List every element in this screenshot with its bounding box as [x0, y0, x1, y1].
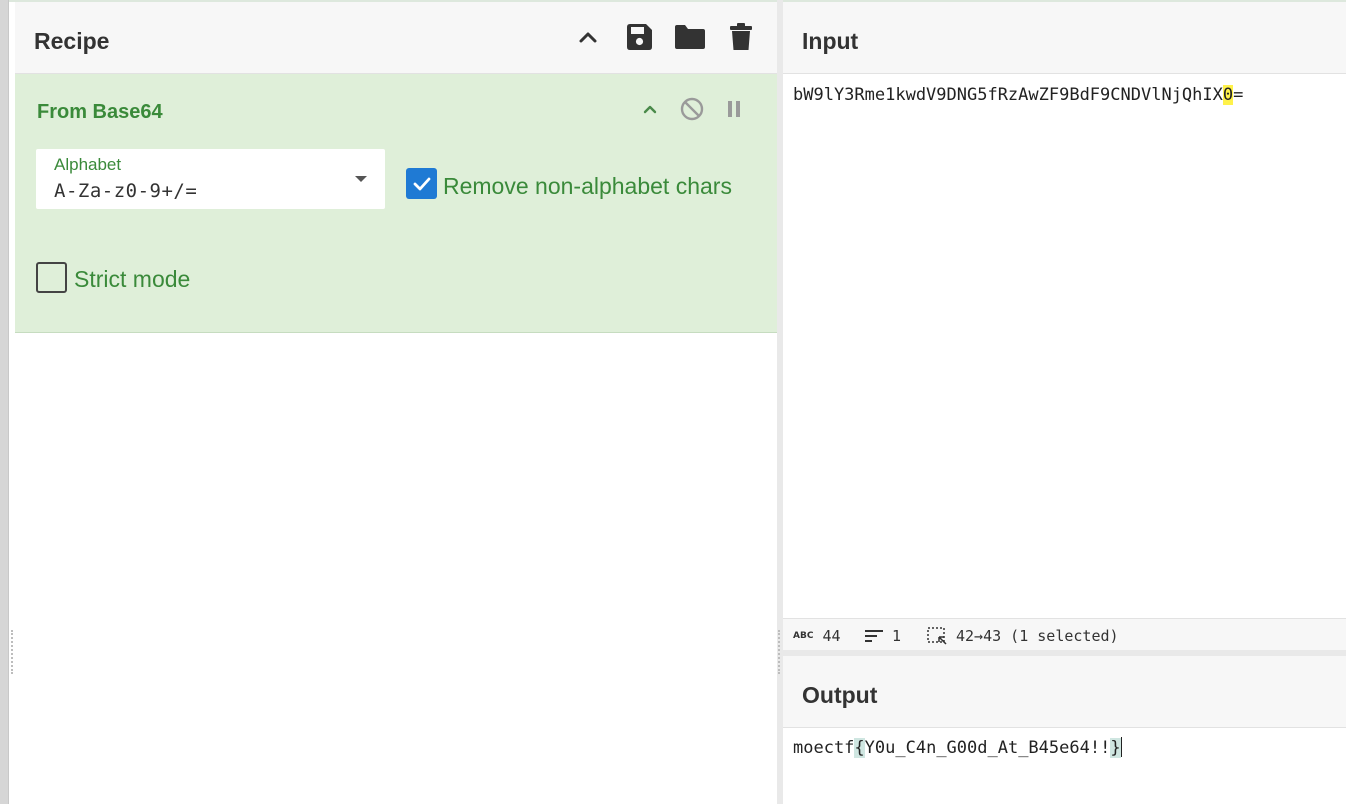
pause-icon — [728, 101, 740, 117]
output-text-prefix: moectf — [793, 738, 855, 758]
trash-icon — [730, 23, 752, 50]
save-icon — [627, 24, 652, 50]
output-text-middle: Y0u_C4n_G00d_At_B45e64!! — [864, 738, 1111, 758]
alphabet-label: Alphabet — [54, 155, 122, 174]
recipe-title: Recipe — [34, 28, 110, 54]
chevron-up-icon — [579, 32, 597, 43]
output-brace-close: } — [1110, 738, 1121, 758]
selection-value: 42→43 (1 selected) — [956, 627, 1119, 645]
chevron-up-icon — [643, 105, 657, 114]
lines-value: 1 — [892, 627, 902, 645]
folder-icon — [675, 25, 705, 49]
output-textarea[interactable]: moectf{Y0u_C4n_G00d_At_B45e64!!} — [793, 737, 1122, 758]
output-pane: Output — [783, 656, 1346, 804]
length-stat: ABC 44 — [793, 627, 841, 645]
input-header: Input — [783, 2, 1346, 74]
output-title: Output — [802, 682, 878, 708]
left-edge-bar — [0, 0, 9, 804]
lines-stat: 1 — [865, 627, 901, 645]
operation-breakpoint-button[interactable] — [719, 94, 749, 124]
operation-collapse-button[interactable] — [635, 94, 665, 124]
input-pane: Input bW9lY3Rme1kwdV9DNG5fRzAwZF9BdF9CND… — [783, 2, 1346, 652]
left-resize-grip[interactable] — [11, 630, 13, 674]
recipe-pane: Recipe From Base64 Alphabet A-Za-z0-9+/=… — [15, 2, 777, 804]
input-selection-highlight: 0 — [1222, 85, 1234, 105]
selection-stat: 42→43 (1 selected) — [927, 627, 1119, 645]
operation-title: From Base64 — [37, 101, 163, 123]
recipe-header: Recipe — [15, 2, 777, 74]
input-text-after: = — [1233, 85, 1244, 105]
checkmark-icon — [413, 177, 430, 190]
output-header: Output — [783, 656, 1346, 728]
abc-icon: ABC — [793, 631, 814, 641]
operation-disable-button[interactable] — [677, 94, 707, 124]
remove-non-alphabet-label[interactable]: Remove non-alphabet chars — [443, 173, 732, 200]
output-brace-open: { — [854, 738, 865, 758]
operation-from-base64: From Base64 Alphabet A-Za-z0-9+/= Remove… — [15, 74, 777, 333]
load-recipe-button[interactable] — [673, 20, 707, 54]
length-value: 44 — [822, 627, 841, 645]
input-statusbar: ABC 44 1 42→43 (1 selected) — [783, 618, 1346, 652]
collapse-recipe-button[interactable] — [571, 20, 605, 54]
input-textarea[interactable]: bW9lY3Rme1kwdV9DNG5fRzAwZF9BdF9CNDVlNjQh… — [793, 85, 1243, 105]
input-text-before: bW9lY3Rme1kwdV9DNG5fRzAwZF9BdF9CNDVlNjQh… — [793, 85, 1223, 105]
clear-recipe-button[interactable] — [724, 20, 758, 54]
strict-mode-label[interactable]: Strict mode — [74, 266, 190, 293]
save-recipe-button[interactable] — [622, 20, 656, 54]
disable-icon — [680, 97, 704, 121]
strict-mode-checkbox[interactable] — [36, 262, 67, 293]
text-cursor — [1120, 737, 1122, 757]
remove-non-alphabet-checkbox[interactable] — [406, 168, 437, 199]
alphabet-value: A-Za-z0-9+/= — [54, 180, 198, 202]
divider-grip[interactable] — [778, 630, 780, 674]
selection-icon — [927, 627, 947, 645]
caret-down-icon — [355, 176, 367, 182]
alphabet-select[interactable]: Alphabet A-Za-z0-9+/= — [36, 149, 385, 209]
lines-icon — [865, 630, 883, 642]
input-title: Input — [802, 28, 859, 54]
